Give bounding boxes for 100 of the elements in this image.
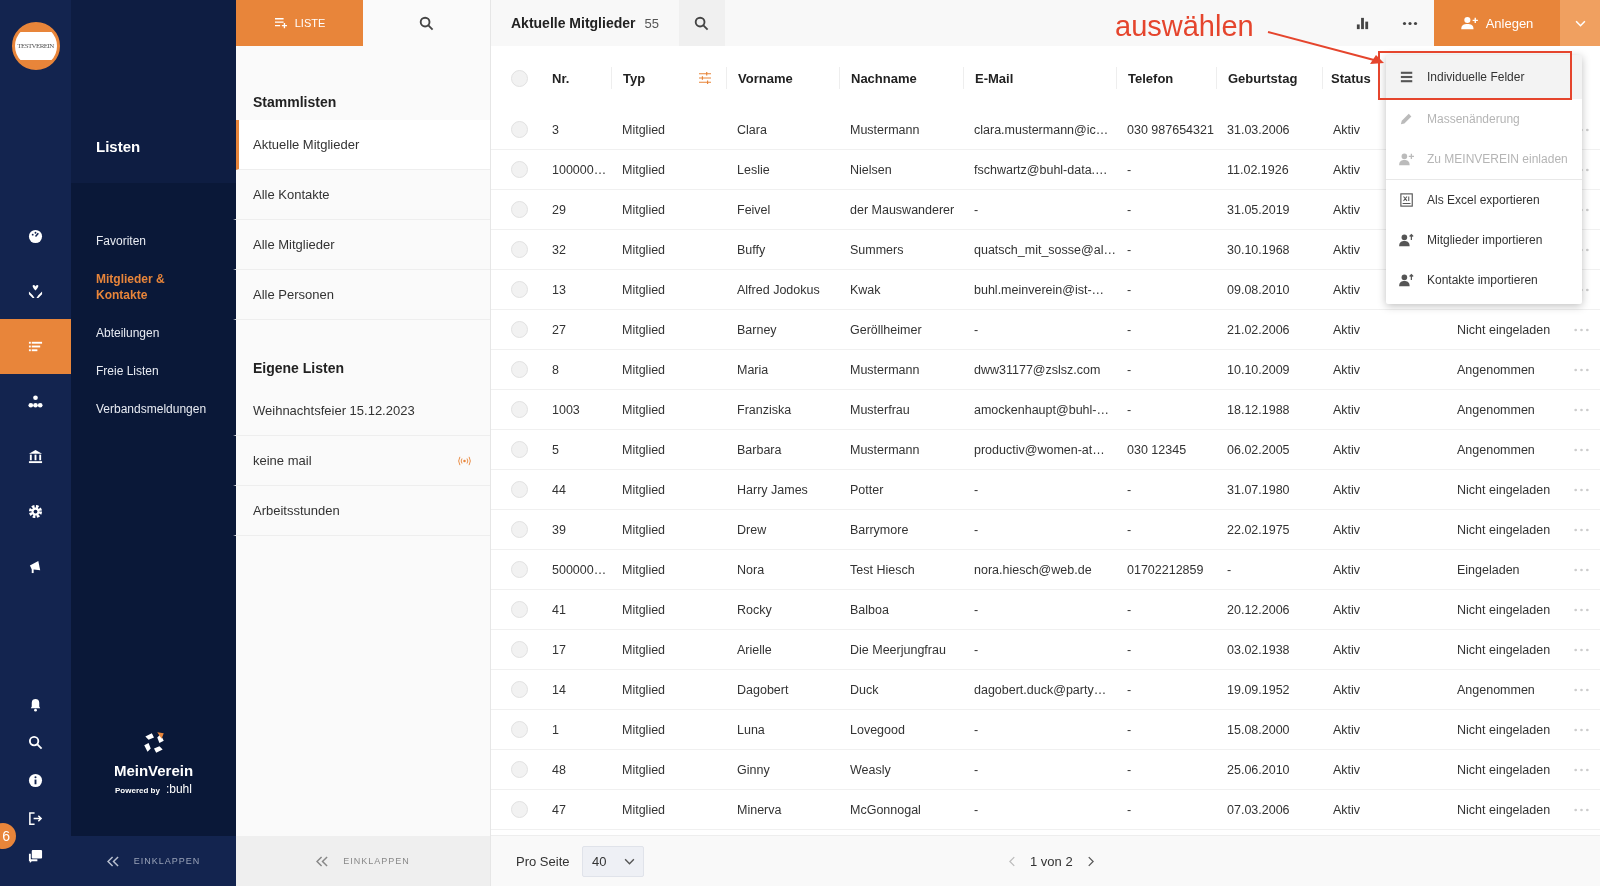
- status-cell: Aktiv: [1333, 722, 1361, 737]
- info-icon[interactable]: [28, 773, 43, 788]
- type-cell: Mitglied: [622, 482, 666, 497]
- email-cell: -: [974, 522, 979, 537]
- previous-page-icon[interactable]: [1009, 855, 1016, 867]
- row-checkbox[interactable]: [510, 161, 528, 178]
- type-cell: Mitglied: [622, 722, 666, 737]
- email-cell: quatsch_mit_sosse@al…: [974, 242, 1116, 257]
- birthday-cell: 10.10.2009: [1227, 362, 1290, 377]
- row-more-icon[interactable]: [1574, 767, 1589, 772]
- first-name-cell: Ginny: [737, 762, 770, 777]
- dropdown-toggle[interactable]: [1560, 0, 1600, 46]
- select-all-checkbox[interactable]: [510, 69, 528, 87]
- nav-link[interactable]: Verbandsmeldungen: [96, 394, 207, 432]
- number-cell: 44: [552, 482, 566, 497]
- nav-link[interactable]: Abteilungen: [96, 318, 160, 356]
- filter-sliders-icon[interactable]: [698, 72, 712, 84]
- nav-link[interactable]: Freie Listen: [96, 356, 159, 394]
- column-header[interactable]: Status: [1322, 67, 1371, 89]
- row-checkbox[interactable]: [510, 681, 528, 698]
- row-checkbox[interactable]: [510, 721, 528, 738]
- list-item[interactable]: Weihnachtsfeier 15.12.2023: [233, 386, 490, 436]
- email-cell: clara.mustermann@ic…: [974, 122, 1109, 137]
- first-name-cell: Franziska: [737, 402, 792, 417]
- menu-item[interactable]: Mitglieder importieren: [1386, 220, 1582, 260]
- number-cell: 48: [552, 762, 566, 777]
- row-more-icon[interactable]: [1574, 647, 1589, 652]
- number-cell: 39: [552, 522, 566, 537]
- number-cell: 32: [552, 242, 566, 257]
- first-name-cell: Harry James: [737, 482, 808, 497]
- column-header[interactable]: E-Mail: [963, 67, 1116, 89]
- first-name-cell: Maria: [737, 362, 769, 377]
- list-item[interactable]: Alle Mitglieder: [233, 220, 490, 270]
- menu-item[interactable]: Als Excel exportieren: [1386, 179, 1582, 220]
- status-cell: Aktiv: [1333, 242, 1361, 257]
- row-more-icon[interactable]: [1574, 327, 1589, 332]
- row-checkbox[interactable]: [510, 121, 528, 138]
- row-more-icon[interactable]: [1574, 527, 1589, 532]
- status-cell: Aktiv: [1333, 522, 1361, 537]
- row-more-icon[interactable]: [1574, 367, 1589, 372]
- next-page-icon[interactable]: [1086, 855, 1094, 867]
- column-header[interactable]: Vorname: [726, 67, 839, 89]
- row-more-icon[interactable]: [1574, 407, 1589, 412]
- user-plus-icon: [1460, 16, 1479, 30]
- row-checkbox[interactable]: [510, 281, 528, 298]
- row-more-icon[interactable]: [1574, 687, 1589, 692]
- list-item[interactable]: keine mail: [233, 436, 490, 486]
- row-checkbox[interactable]: [510, 321, 528, 338]
- status-cell: Aktiv: [1333, 802, 1361, 817]
- row-checkbox[interactable]: [510, 601, 528, 618]
- first-name-cell: Nora: [737, 562, 765, 577]
- menu-item[interactable]: Kontakte importieren: [1386, 260, 1582, 300]
- row-checkbox[interactable]: [510, 401, 528, 418]
- row-checkbox[interactable]: [510, 561, 528, 578]
- nav-link[interactable]: Mitglieder & Kontakte: [96, 264, 216, 318]
- row-more-icon[interactable]: [1574, 567, 1589, 572]
- last-name-cell: Barrymore: [850, 522, 909, 537]
- column-header[interactable]: Nr.: [541, 67, 611, 89]
- search-button[interactable]: [678, 0, 725, 46]
- row-checkbox[interactable]: [510, 641, 528, 658]
- list-item[interactable]: Aktuelle Mitglieder: [236, 120, 490, 170]
- row-checkbox[interactable]: [510, 521, 528, 538]
- row-checkbox[interactable]: [510, 761, 528, 778]
- nav-link[interactable]: Favoriten: [96, 226, 147, 264]
- row-more-icon[interactable]: [1574, 727, 1589, 732]
- email-cell: -: [974, 642, 979, 657]
- type-cell: Mitglied: [622, 122, 666, 137]
- row-checkbox[interactable]: [510, 441, 528, 458]
- column-header[interactable]: Telefon: [1116, 67, 1216, 89]
- menu-item[interactable]: Individuelle Felder: [1386, 55, 1582, 99]
- row-more-icon[interactable]: [1574, 487, 1589, 492]
- email-cell: productiv@women-at…: [974, 442, 1105, 457]
- collapse-button[interactable]: EINKLAPPEN: [71, 836, 236, 886]
- row-checkbox[interactable]: [510, 481, 528, 498]
- column-header[interactable]: Typ: [611, 67, 726, 89]
- row-checkbox[interactable]: [510, 241, 528, 258]
- email-cell: -: [974, 482, 979, 497]
- search-icon[interactable]: [28, 735, 43, 750]
- column-header[interactable]: Geburtstag: [1216, 67, 1322, 89]
- row-more-icon[interactable]: [1574, 607, 1589, 612]
- last-name-cell: Lovegood: [850, 722, 905, 737]
- per-page-select[interactable]: 40: [582, 845, 645, 877]
- first-name-cell: Dagobert: [737, 682, 789, 697]
- row-more-icon[interactable]: [1574, 807, 1589, 812]
- row-checkbox[interactable]: [510, 801, 528, 818]
- last-name-cell: Potter: [850, 482, 884, 497]
- bell-icon[interactable]: [28, 697, 43, 712]
- list-item[interactable]: Alle Personen: [233, 270, 490, 320]
- list-item[interactable]: Arbeitsstunden: [233, 486, 490, 536]
- status-cell: Aktiv: [1333, 682, 1361, 697]
- last-name-cell: Die Meerjungfrau: [850, 642, 946, 657]
- list-item[interactable]: Alle Kontakte: [233, 170, 490, 220]
- logout-icon[interactable]: [28, 811, 43, 826]
- column-header[interactable]: Nachname: [839, 67, 963, 89]
- help-chat-icon[interactable]: [28, 849, 43, 864]
- row-checkbox[interactable]: [510, 361, 528, 378]
- invitation-cell: Angenommen: [1457, 362, 1535, 377]
- email-cell: fschwartz@buhl-data.…: [974, 162, 1108, 177]
- row-more-icon[interactable]: [1574, 447, 1589, 452]
- row-checkbox[interactable]: [510, 201, 528, 218]
